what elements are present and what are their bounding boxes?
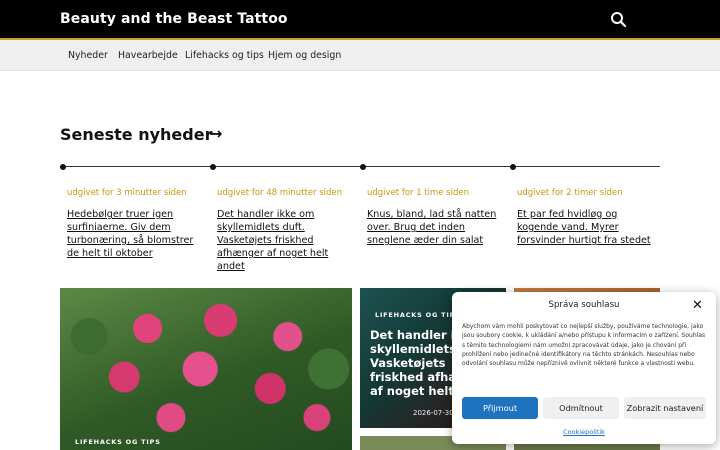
nav-item-nyheder[interactable]: Nyheder <box>68 50 108 61</box>
news-title-link[interactable]: Hedebølger truer igen surfiniaerne. Giv … <box>67 208 207 260</box>
search-icon[interactable] <box>608 9 630 31</box>
consent-text: Abychom vám mohli poskytovat co nejlepší… <box>462 323 706 368</box>
timeline-dot <box>60 164 66 170</box>
timeline-dot <box>210 164 216 170</box>
news-title-link[interactable]: Det handler ikke om skyllemidlets duft. … <box>217 208 357 273</box>
close-icon[interactable]: ✕ <box>692 298 703 313</box>
site-title[interactable]: Beauty and the Beast Tattoo <box>60 11 288 27</box>
arrow-right-icon[interactable]: → <box>209 124 222 143</box>
nav-item-lifehacks[interactable]: Lifehacks og tips <box>185 50 264 61</box>
settings-button[interactable]: Zobrazit nastavení <box>624 397 706 419</box>
consent-title: Správa souhlasu <box>548 300 620 310</box>
featured-card-image[interactable] <box>60 288 352 450</box>
article-card-date: 2026-07-30 <box>413 409 454 417</box>
reject-button[interactable]: Odmítnout <box>543 397 619 419</box>
nav-item-hjem-og-design[interactable]: Hjem og design <box>268 50 341 61</box>
consent-dialog: Správa souhlasu ✕ Abychom vám mohli posk… <box>452 292 716 444</box>
site-header: Beauty and the Beast Tattoo <box>0 0 720 40</box>
news-title-link[interactable]: Et par fed hvidløg og kogende vand. Myre… <box>517 208 657 247</box>
category-badge[interactable]: LIFEHACKS OG TIPS <box>375 311 461 319</box>
news-time: udgivet for 1 time siden <box>367 188 470 198</box>
timeline-dot <box>360 164 366 170</box>
news-time: udgivet for 3 minutter siden <box>67 188 187 198</box>
main-nav: Nyheder Havearbejde Lifehacks og tips Hj… <box>0 40 720 71</box>
timeline-dot <box>510 164 516 170</box>
news-time: udgivet for 48 minutter siden <box>217 188 343 198</box>
category-badge[interactable]: LIFEHACKS OG TIPS <box>75 438 161 446</box>
section-title[interactable]: Seneste nyheder <box>60 125 212 144</box>
cookie-policy-link[interactable]: Cookiepolitik <box>452 428 716 436</box>
news-title-link[interactable]: Knus, bland, lad stå natten over. Brug d… <box>367 208 507 247</box>
accept-button[interactable]: Přijmout <box>462 397 538 419</box>
nav-item-havearbejde[interactable]: Havearbejde <box>118 50 178 61</box>
news-time: udgivet for 2 timer siden <box>517 188 623 198</box>
